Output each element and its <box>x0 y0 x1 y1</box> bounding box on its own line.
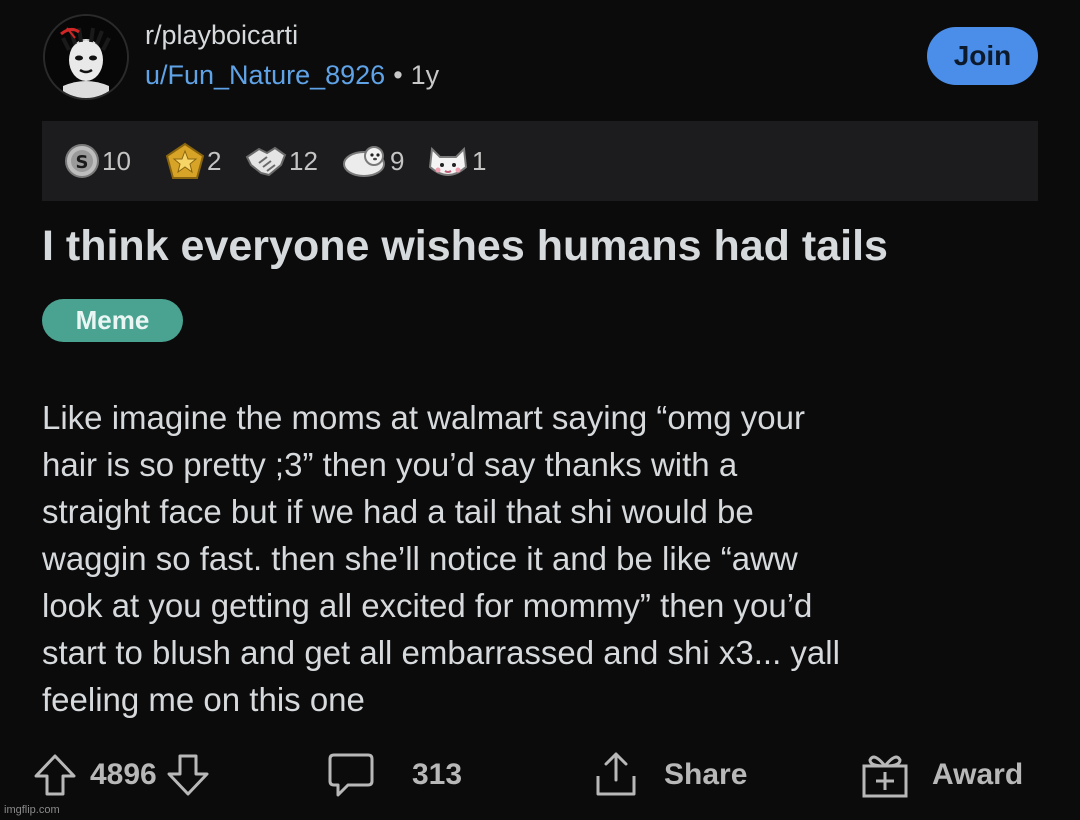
award-gold[interactable]: 2 <box>165 121 221 201</box>
share-icon <box>596 752 636 796</box>
handshake-icon <box>245 146 287 177</box>
seal-icon <box>343 146 385 177</box>
award-count: 10 <box>102 145 131 176</box>
watermark: imgflip.com <box>4 804 60 816</box>
vote-score: 4896 <box>90 758 157 791</box>
share-button[interactable]: Share <box>592 750 747 800</box>
post-flair[interactable]: Meme <box>42 299 183 342</box>
award-silver[interactable]: S 10 <box>64 121 131 201</box>
comments-button[interactable]: 313 <box>326 750 462 800</box>
award-count: 9 <box>390 145 405 176</box>
award-cat[interactable]: 1 <box>426 121 486 201</box>
post-body-line: feeling me on this one <box>42 681 365 718</box>
post-title[interactable]: I think everyone wishes humans had tails <box>42 222 888 271</box>
awards-bar[interactable]: S 10 2 12 9 1 <box>42 121 1038 201</box>
cat-face-icon <box>428 146 468 176</box>
subreddit-avatar[interactable] <box>43 14 129 100</box>
subreddit-name[interactable]: r/playboicarti <box>145 20 298 51</box>
post-age: 1y <box>410 60 440 90</box>
post-body: Like imagine the moms at walmart saying … <box>42 394 1042 723</box>
join-button[interactable]: Join <box>927 27 1038 85</box>
award-label: Award <box>932 758 1024 791</box>
award-count: 2 <box>207 145 222 176</box>
silver-coin-icon: S <box>65 144 99 178</box>
gold-star-icon <box>165 142 205 179</box>
downvote-arrow-icon[interactable] <box>165 752 211 798</box>
author-username[interactable]: u/Fun_Nature_8926 <box>145 60 385 90</box>
post-body-line: start to blush and get all embarrassed a… <box>42 634 840 671</box>
comment-bubble-icon <box>328 753 374 797</box>
award-handshake[interactable]: 12 <box>245 121 318 201</box>
share-label: Share <box>664 758 748 791</box>
award-seal[interactable]: 9 <box>342 121 404 201</box>
post-body-line: Like imagine the moms at walmart saying … <box>42 399 805 436</box>
post-meta: u/Fun_Nature_8926 • 1y <box>145 60 439 91</box>
award-count: 12 <box>289 145 318 176</box>
post-body-line: look at you getting all excited for momm… <box>42 587 813 624</box>
svg-text:S: S <box>76 152 89 173</box>
avatar-portrait-icon <box>45 16 127 98</box>
post-body-line: hair is so pretty ;3” then you’d say tha… <box>42 446 738 483</box>
post-body-line: straight face but if we had a tail that … <box>42 493 754 530</box>
post-body-line: waggin so fast. then she’ll notice it an… <box>42 540 798 577</box>
comment-count: 313 <box>412 758 463 791</box>
award-count: 1 <box>472 145 487 176</box>
gift-icon <box>862 755 908 798</box>
meta-separator: • <box>393 60 403 90</box>
award-button[interactable]: Award <box>860 750 1023 800</box>
upvote-arrow-icon[interactable] <box>32 752 78 798</box>
vote-controls: 4896 <box>32 750 211 800</box>
